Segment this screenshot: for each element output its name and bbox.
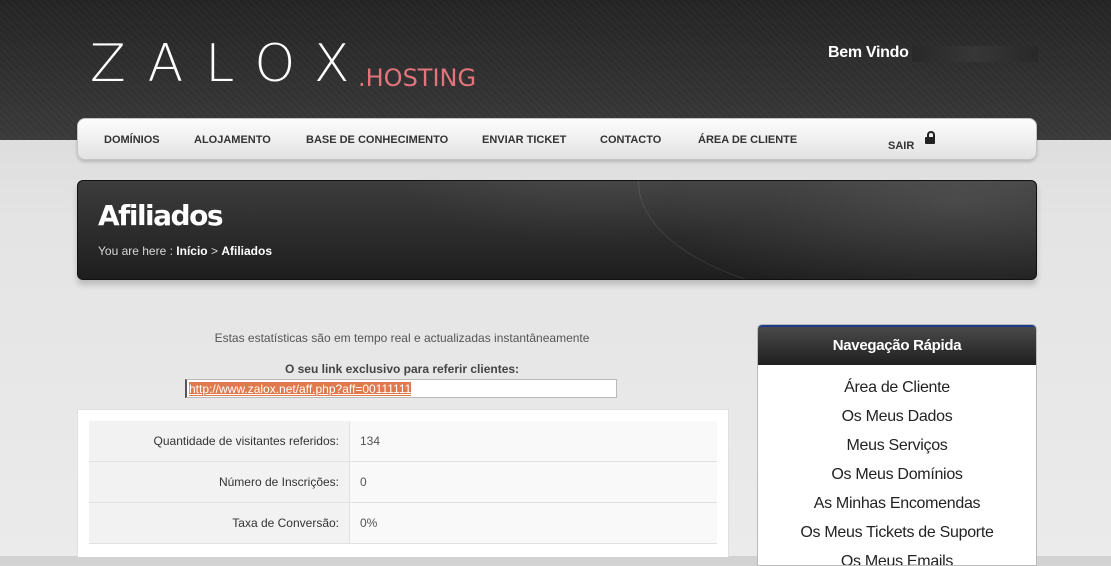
breadcrumb-current: Afiliados [221,244,273,258]
redacted-username [912,46,1038,62]
quick-nav-item-area-de-cliente[interactable]: Área de Cliente [758,373,1036,402]
breadcrumb-home-link[interactable]: Início [176,244,207,258]
logout-button[interactable]: SAIR [888,131,935,152]
stat-label-visitors: Quantidade de visitantes referidos: [89,421,350,462]
stats-intro-text: Estas estatísticas são em tempo real e a… [214,331,590,345]
logo-text: ZALOX [90,34,372,94]
main-nav: DOMÍNIOS ALOJAMENTO BASE DE CONHECIMENTO… [77,118,1037,160]
nav-item-area-de-cliente[interactable]: ÁREA DE CLIENTE [698,134,797,146]
logo-suffix: .HOSTING [358,64,477,92]
nav-item-enviar-ticket[interactable]: ENVIAR TICKET [482,134,566,146]
table-row: Taxa de Conversão: 0% [89,502,717,544]
page-banner: Afiliados You are here : Início > Afilia… [77,180,1037,280]
breadcrumb-separator: > [210,244,218,258]
nav-item-base-de-conhecimento[interactable]: BASE DE CONHECIMENTO [306,134,448,146]
quick-nav-item-meus-dados[interactable]: Os Meus Dados [758,402,1036,431]
nav-item-contacto[interactable]: CONTACTO [600,134,661,146]
table-row: Número de Inscrições: 0 [89,461,717,503]
affiliate-stats-table: Quantidade de visitantes referidos: 134 … [89,421,717,544]
nav-item-alojamento[interactable]: ALOJAMENTO [194,134,271,146]
breadcrumb-prefix: You are here : [98,244,173,258]
lock-icon [924,131,935,144]
stat-value-conversion: 0% [349,502,717,544]
page-title: Afiliados [98,199,223,232]
quick-nav-title: Navegação Rápida [758,325,1036,365]
quick-nav-item-tickets-suporte[interactable]: Os Meus Tickets de Suporte [758,518,1036,547]
banner-decoration [638,181,1036,279]
quick-nav-panel: Navegação Rápida Área de Cliente Os Meus… [757,324,1037,566]
referral-link-value: http://www.zalox.net/aff.php?aff=0011111… [189,382,412,396]
affiliate-stats-panel: Quantidade de visitantes referidos: 134 … [77,409,729,557]
table-row: Quantidade de visitantes referidos: 134 [89,421,717,462]
referral-link-label: O seu link exclusivo para referir client… [284,362,520,376]
quick-nav-item-meus-servicos[interactable]: Meus Serviços [758,431,1036,460]
welcome-text: Bem Vindo [828,44,909,61]
logout-label: SAIR [888,140,915,152]
quick-nav-item-minhas-encomendas[interactable]: As Minhas Encomendas [758,489,1036,518]
breadcrumb: You are here : Início > Afiliados [98,244,272,258]
stat-value-visitors: 134 [349,421,717,462]
stat-label-signups: Número de Inscrições: [89,461,350,503]
quick-nav-item-meus-emails[interactable]: Os Meus Emails [758,547,1036,565]
stat-value-signups: 0 [349,461,717,503]
nav-item-dominios[interactable]: DOMÍNIOS [104,134,160,146]
quick-nav-item-meus-dominios[interactable]: Os Meus Domínios [758,460,1036,489]
stat-label-conversion: Taxa de Conversão: [89,502,350,544]
referral-link-field[interactable]: http://www.zalox.net/aff.php?aff=0011111… [185,379,617,398]
quick-nav-list: Área de Cliente Os Meus Dados Meus Servi… [758,365,1036,565]
